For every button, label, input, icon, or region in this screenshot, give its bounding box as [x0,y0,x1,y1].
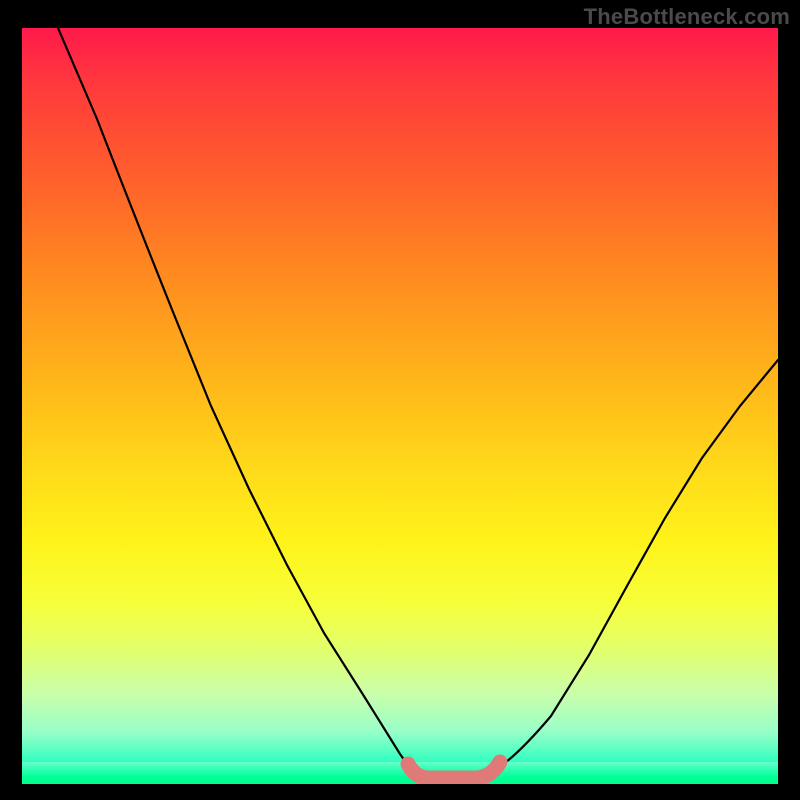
watermark-text: TheBottleneck.com [584,4,790,30]
chart-frame: TheBottleneck.com [0,0,800,800]
curve-layer [22,28,778,784]
plot-area [22,28,778,784]
highlight-band [408,762,500,778]
bottleneck-curve [58,28,778,784]
